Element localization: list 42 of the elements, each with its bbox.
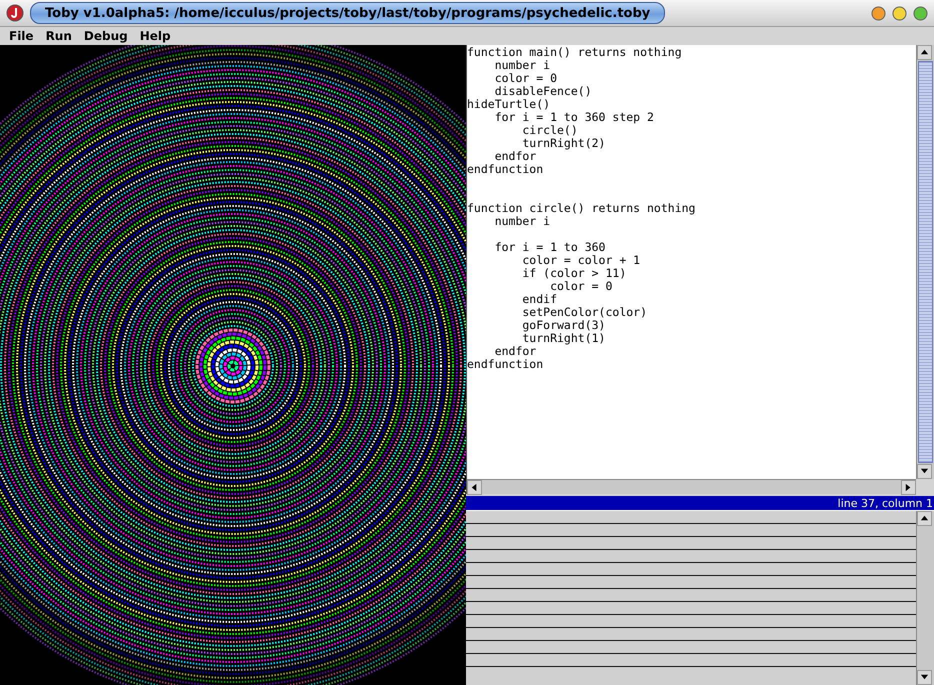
code-line: endfor [494, 345, 536, 358]
code-line: color = 0 [494, 72, 558, 85]
scroll-down-icon [920, 467, 929, 476]
scroll-up-icon [920, 48, 929, 57]
code-line: color = 0 [549, 280, 614, 293]
code-line: disableFence() [494, 85, 593, 98]
code-line: for i = 1 to 360 step 2 [494, 111, 655, 124]
window-control-button[interactable] [892, 6, 907, 20]
scroll-down-icon [920, 673, 929, 682]
code-line: setPenColor(color) [521, 306, 648, 319]
menu-item[interactable]: Help [134, 29, 176, 43]
code-line: function circle() returns nothing [467, 202, 696, 215]
horizontal-scrollbar[interactable] [467, 479, 916, 494]
window-control-button[interactable] [913, 6, 928, 20]
code-line: hideTurtle() [467, 98, 552, 111]
app-icon [6, 4, 24, 22]
code-line: number i [494, 59, 552, 72]
code-line: turnRight(1) [521, 332, 606, 345]
code-line: endfunction [467, 163, 544, 176]
code-editor[interactable] [467, 45, 916, 479]
code-line: if (color > 11) [521, 267, 628, 280]
vertical-scrollbar[interactable] [916, 511, 934, 685]
menu-item[interactable]: File [4, 29, 39, 43]
scroll-right-icon [904, 482, 913, 492]
code-line: number i [494, 215, 552, 228]
menu-item[interactable]: Run [40, 29, 77, 43]
vertical-scrollbar[interactable] [916, 45, 934, 479]
code-line: endfor [494, 150, 536, 163]
window-title: Toby v1.0alpha5: /home/icculus/projects/toby/last/toby/programs/psychedelic.toby [30, 2, 666, 24]
code-line: turnRight(2) [521, 137, 606, 150]
code-line: function main() returns nothing [467, 46, 683, 59]
scroll-left-icon [470, 482, 479, 492]
window-control-button[interactable] [871, 6, 886, 20]
code-line: endif [521, 293, 558, 306]
code-line: for i = 1 to 360 [494, 241, 606, 254]
code-line: endfunction [467, 358, 544, 371]
scroll-up-icon [920, 514, 929, 523]
code-line: color = color + 1 [521, 254, 642, 267]
status-bar: line 37, column 1 [466, 496, 934, 510]
code-line: goForward(3) [521, 319, 606, 332]
menu-item[interactable]: Debug [78, 29, 133, 43]
code-line: circle() [521, 124, 579, 137]
